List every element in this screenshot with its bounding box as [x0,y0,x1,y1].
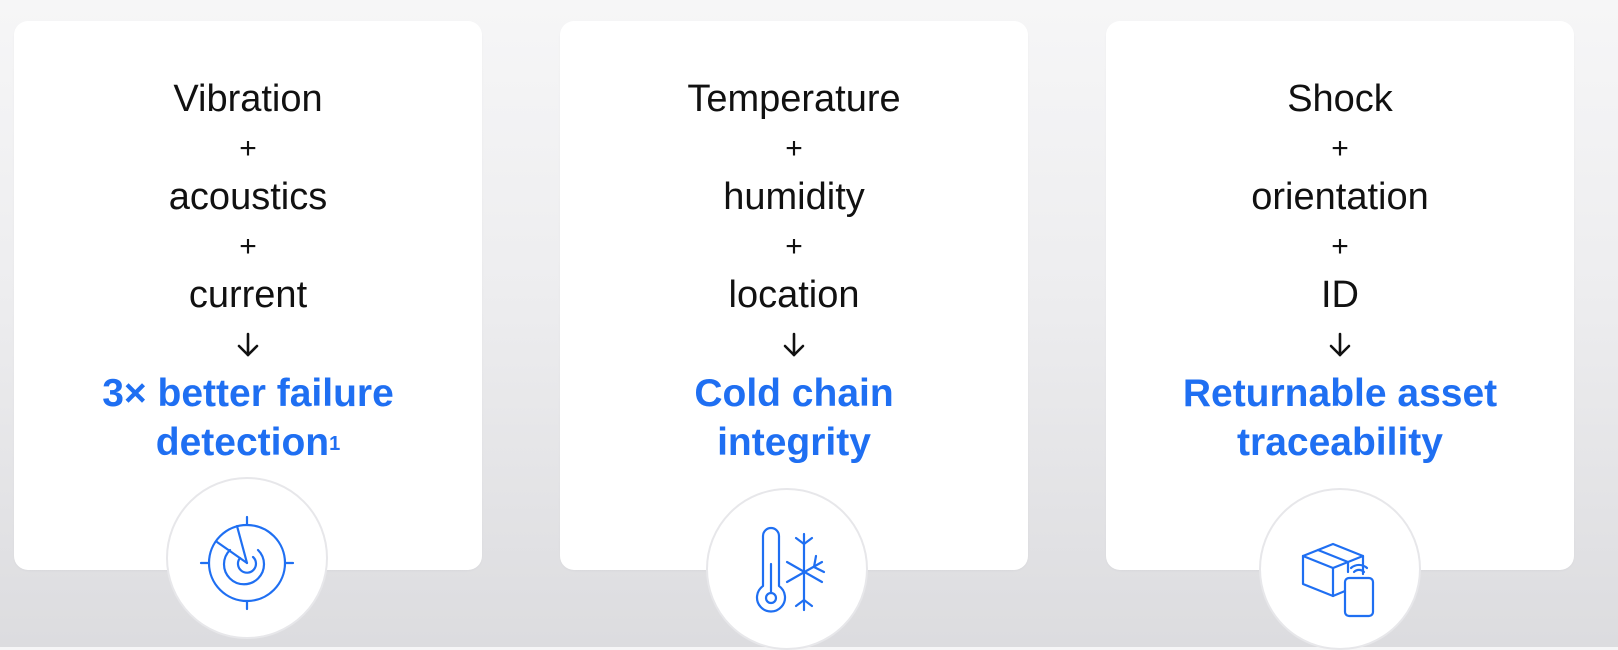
radar-icon-badge [166,477,328,639]
plus-operator: + [239,132,257,165]
input-label: orientation [1251,176,1429,218]
result-title: Returnable asset [1106,369,1574,418]
result-title: Cold chain [560,369,1028,418]
thermometer-snowflake-icon [755,526,826,613]
input-label: Shock [1287,78,1393,120]
input-label: ID [1321,274,1359,316]
formula-stack: Temperature + humidity + location Cold c… [560,75,1028,467]
result-line-1: 3× better failure [102,372,394,415]
plus-operator: + [1331,132,1349,165]
result-title-line-2: integrity [560,418,1028,467]
footnote-marker[interactable]: 1 [329,433,340,455]
radar-icon [199,515,295,611]
input-label: current [188,274,308,316]
result-line-1: Returnable asset [1182,372,1498,415]
result-title-line-2: detection1 [14,418,482,467]
arrow-down-icon [560,320,1028,369]
result-line-2: detection [155,421,330,464]
result-title: 3× better failure [14,369,482,418]
plus-operator: + [785,132,803,165]
result-line-1: Cold chain [694,372,894,415]
package-tag-icon-badge [1259,488,1421,650]
formula-stack: Shock + orientation + ID Returnable asse… [1106,75,1574,467]
result-line-2: traceability [1237,421,1443,464]
thermometer-snowflake-icon-badge [706,488,868,650]
plus-operator: + [239,230,257,263]
arrow-down-icon [1106,320,1574,369]
plus-operator: + [785,230,803,263]
plus-operator: + [1331,230,1349,263]
input-label: acoustics [168,176,328,218]
input-label: Temperature [687,78,901,120]
formula-stack: Vibration + acoustics + current 3× bette… [14,75,482,467]
result-line-2: integrity [717,421,871,464]
input-label: humidity [723,176,865,218]
result-title-line-2: traceability [1106,418,1574,467]
package-tag-icon [1301,542,1375,618]
arrow-down-icon [14,320,482,369]
input-label: location [728,274,860,316]
input-label: Vibration [173,78,323,120]
